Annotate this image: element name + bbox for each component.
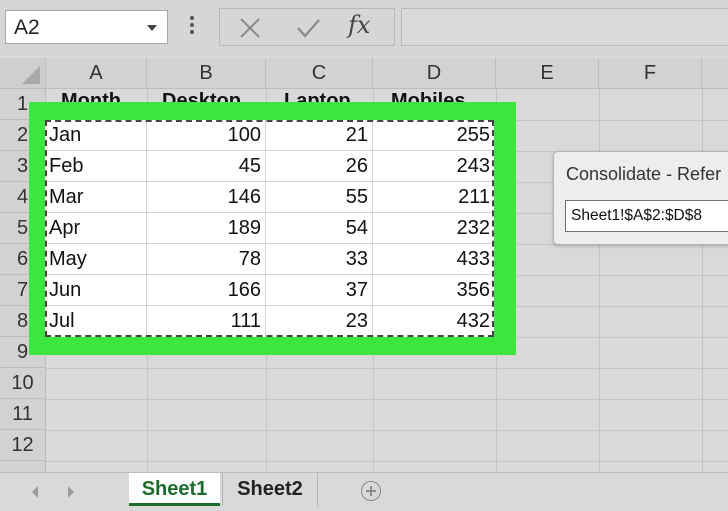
select-all-icon xyxy=(22,66,40,84)
row-header-10[interactable]: 10 xyxy=(0,368,46,399)
insert-function-icon[interactable]: fx xyxy=(348,11,370,39)
more-options-icon[interactable] xyxy=(189,16,195,38)
table-cell[interactable]: Jul xyxy=(45,306,147,337)
tab-sheet2[interactable]: Sheet2 xyxy=(222,473,318,506)
sheet-tab-bar: Sheet1 Sheet2 xyxy=(0,472,728,511)
row-header-13[interactable] xyxy=(0,461,46,472)
reference-value: Sheet1!$A$2:$D$8 xyxy=(571,207,702,224)
scroll-left-icon[interactable] xyxy=(32,486,38,498)
table-cell[interactable]: 356 xyxy=(373,275,494,306)
consolidate-dialog: Consolidate - Refer Sheet1!$A$2:$D$8 xyxy=(553,151,728,245)
table-cell[interactable]: 243 xyxy=(373,151,494,182)
row-header-12[interactable]: 12 xyxy=(0,430,46,461)
table-cell[interactable]: 432 xyxy=(373,306,494,337)
data-table: Jan 100 21 255 Feb 45 26 243 Mar 146 55 … xyxy=(45,120,494,337)
table-cell[interactable]: Apr xyxy=(45,213,147,244)
table-cell[interactable]: 37 xyxy=(266,275,373,306)
table-cell[interactable]: 21 xyxy=(266,120,373,151)
table-cell[interactable]: 255 xyxy=(373,120,494,151)
spreadsheet-grid[interactable]: A B C D E F 1 2 3 4 5 6 7 8 9 10 11 12 M… xyxy=(0,58,728,472)
table-cell[interactable]: 33 xyxy=(266,244,373,275)
table-cell[interactable]: Mar xyxy=(45,182,147,213)
dialog-title: Consolidate - Refer xyxy=(566,164,722,184)
table-cell[interactable]: 23 xyxy=(266,306,373,337)
table-cell[interactable]: Jun xyxy=(45,275,147,306)
column-header-c[interactable]: C xyxy=(266,58,373,89)
reference-input[interactable]: Sheet1!$A$2:$D$8 xyxy=(565,200,728,232)
enter-check-icon[interactable] xyxy=(288,13,328,43)
table-cell[interactable]: 45 xyxy=(147,151,266,182)
column-header-b[interactable]: B xyxy=(147,58,266,89)
table-cell[interactable]: Jan xyxy=(45,120,147,151)
scroll-right-icon[interactable] xyxy=(68,486,74,498)
table-cell[interactable]: 146 xyxy=(147,182,266,213)
table-cell[interactable]: 100 xyxy=(147,120,266,151)
formula-buttons: fx xyxy=(219,8,395,46)
table-cell[interactable]: Feb xyxy=(45,151,147,182)
gridline xyxy=(702,89,703,472)
gridline xyxy=(599,89,600,472)
table-cell[interactable]: 166 xyxy=(147,275,266,306)
gridline xyxy=(46,368,728,369)
formula-input[interactable] xyxy=(401,8,728,46)
select-all-corner[interactable] xyxy=(0,58,46,89)
column-header-f[interactable]: F xyxy=(599,58,702,89)
gridline xyxy=(46,430,728,431)
column-header-a[interactable]: A xyxy=(46,58,147,89)
table-cell[interactable]: 55 xyxy=(266,182,373,213)
row-header-11[interactable]: 11 xyxy=(0,399,46,430)
table-cell[interactable]: May xyxy=(45,244,147,275)
name-box[interactable]: A2 xyxy=(5,10,168,44)
gridline xyxy=(46,399,728,400)
tab-sheet1[interactable]: Sheet1 xyxy=(129,473,220,506)
table-cell[interactable]: 211 xyxy=(373,182,494,213)
table-cell[interactable]: 189 xyxy=(147,213,266,244)
column-header-g[interactable] xyxy=(702,58,728,89)
add-sheet-icon[interactable] xyxy=(361,481,381,501)
table-cell[interactable]: 54 xyxy=(266,213,373,244)
column-header-d[interactable]: D xyxy=(373,58,496,89)
cancel-icon[interactable] xyxy=(230,13,270,43)
table-cell[interactable]: 433 xyxy=(373,244,494,275)
gridline xyxy=(46,461,728,462)
formula-bar: A2 fx xyxy=(0,0,728,56)
column-header-e[interactable]: E xyxy=(496,58,599,89)
table-cell[interactable]: 26 xyxy=(266,151,373,182)
table-cell[interactable]: 232 xyxy=(373,213,494,244)
name-box-value: A2 xyxy=(14,16,40,39)
table-cell[interactable]: 111 xyxy=(147,306,266,337)
table-cell[interactable]: 78 xyxy=(147,244,266,275)
chevron-down-icon[interactable] xyxy=(147,25,157,31)
